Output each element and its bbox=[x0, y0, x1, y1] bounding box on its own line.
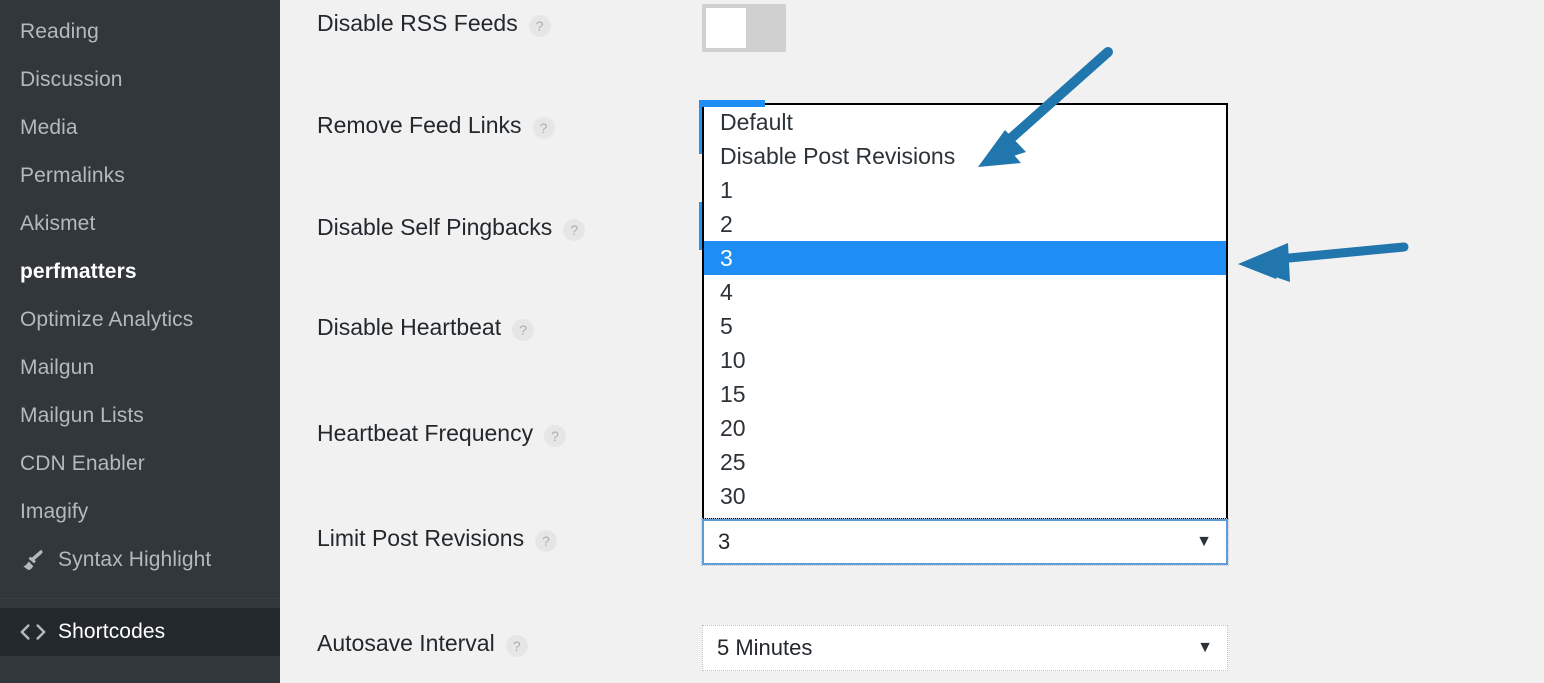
arrow-to-selected-option bbox=[1238, 242, 1409, 282]
arrow-to-disable-post-revisions bbox=[978, 47, 1113, 167]
annotation-arrows-layer bbox=[978, 47, 1409, 282]
screen-root: Reading Discussion Media Permalinks Akis… bbox=[0, 0, 1544, 683]
